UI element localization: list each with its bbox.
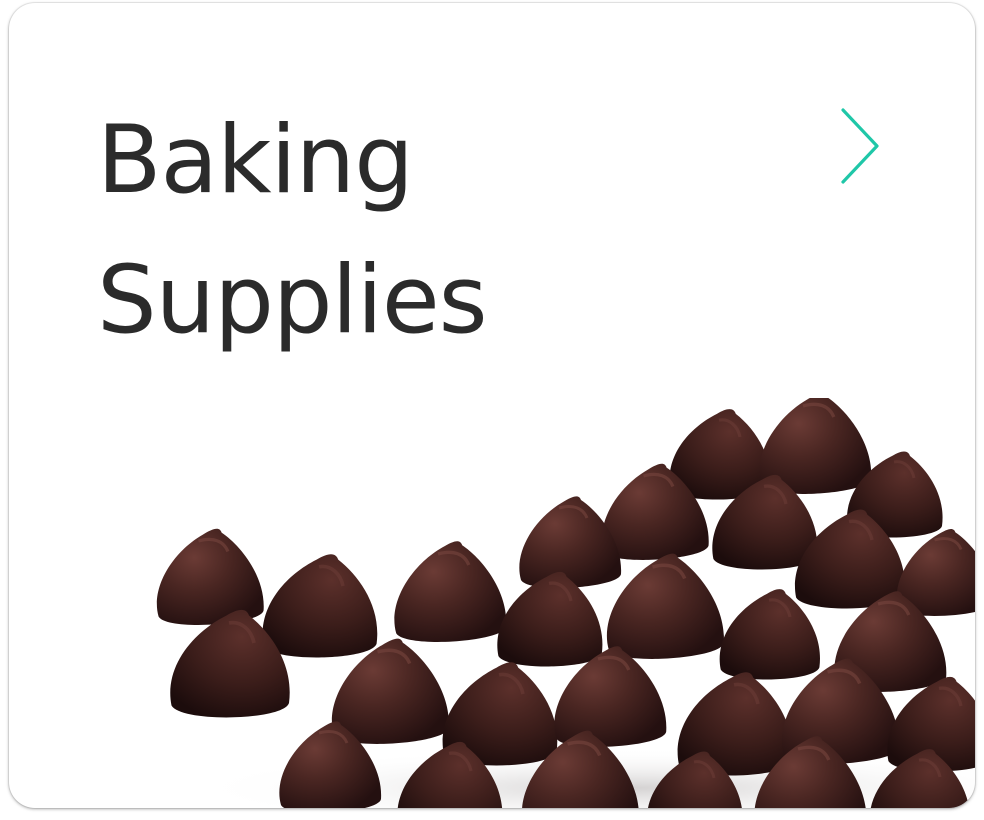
title-line-2: Supplies	[97, 246, 488, 355]
title-line-1: Baking	[97, 106, 414, 215]
category-card[interactable]: Baking Supplies	[9, 3, 975, 808]
chevron-right-icon[interactable]	[835, 104, 885, 188]
category-title: Baking Supplies	[97, 91, 488, 371]
chocolate-chips-image	[155, 398, 975, 808]
